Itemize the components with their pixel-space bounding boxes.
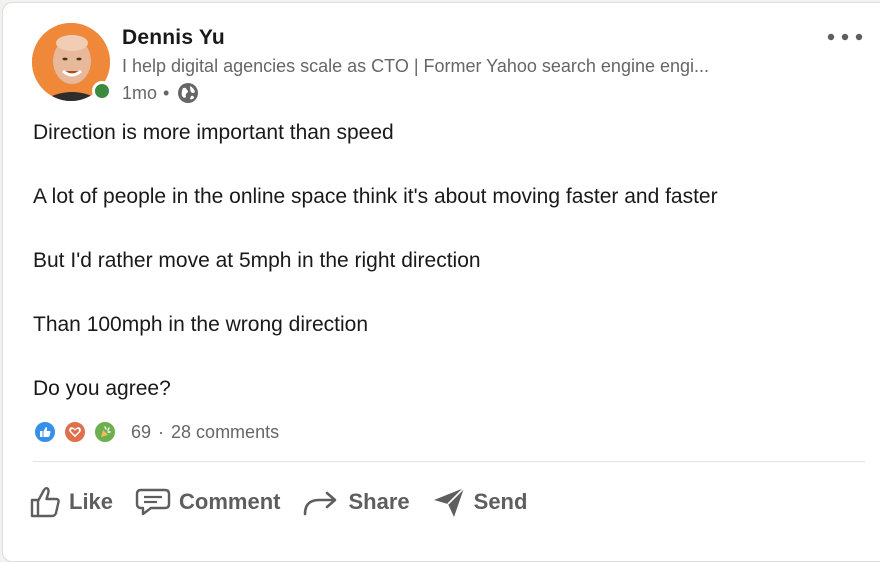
like-button[interactable]: Like bbox=[29, 485, 113, 519]
meta-separator: • bbox=[163, 82, 170, 103]
share-arrow-icon bbox=[304, 491, 337, 516]
post-time: 1mo bbox=[122, 82, 158, 103]
send-icon bbox=[433, 487, 465, 517]
post-meta: 1mo • bbox=[122, 82, 199, 104]
post-line: Direction is more important than speed bbox=[33, 121, 394, 144]
divider bbox=[33, 461, 865, 462]
author-avatar[interactable] bbox=[32, 23, 112, 101]
post-line: But I'd rather move at 5mph in the right… bbox=[33, 249, 481, 272]
like-icon bbox=[33, 420, 57, 444]
thumbs-up-icon bbox=[30, 487, 60, 518]
reactions-summary[interactable] bbox=[33, 420, 123, 444]
post-line: Than 100mph in the wrong direction bbox=[33, 313, 369, 336]
social-counts: 69 · 28 comments bbox=[33, 420, 279, 444]
post-actions: Like Comment Share Send bbox=[29, 485, 549, 519]
author-name[interactable]: Dennis Yu bbox=[122, 26, 225, 50]
author-headline: I help digital agencies scale as CTO | F… bbox=[122, 56, 710, 76]
reaction-count[interactable]: 69 bbox=[131, 422, 151, 443]
celebrate-icon bbox=[93, 420, 117, 444]
send-label: Send bbox=[473, 489, 528, 514]
love-icon bbox=[63, 420, 87, 444]
ellipsis-icon bbox=[827, 33, 863, 41]
globe-icon bbox=[177, 82, 199, 104]
comment-icon bbox=[135, 488, 171, 516]
count-separator: · bbox=[158, 421, 165, 442]
post-card: Dennis Yu I help digital agencies scale … bbox=[2, 2, 880, 562]
more-options-button[interactable] bbox=[823, 25, 867, 49]
share-button[interactable]: Share bbox=[302, 487, 410, 517]
like-label: Like bbox=[69, 489, 114, 514]
post-line: A lot of people in the online space thin… bbox=[33, 185, 718, 208]
comments-count[interactable]: 28 comments bbox=[171, 422, 279, 443]
send-button[interactable]: Send bbox=[432, 485, 528, 519]
post-text: Direction is more important than speed A… bbox=[33, 119, 873, 439]
comment-button[interactable]: Comment bbox=[135, 487, 280, 517]
online-status-indicator bbox=[92, 81, 112, 101]
share-label: Share bbox=[348, 489, 410, 514]
comment-label: Comment bbox=[179, 489, 281, 514]
